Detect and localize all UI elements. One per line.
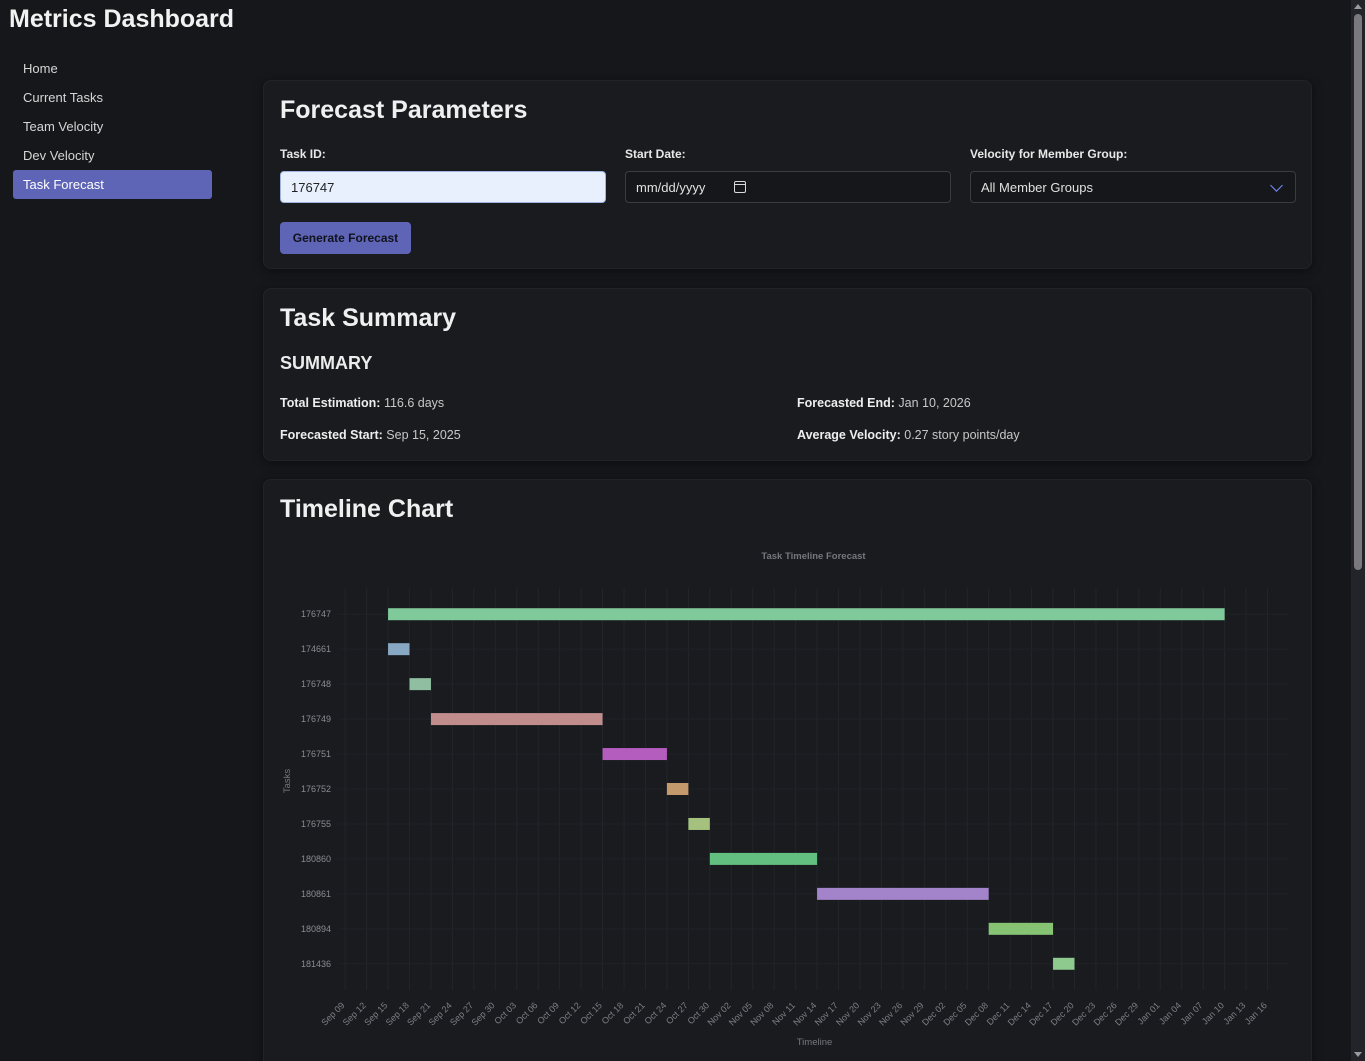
- gantt-bar: [817, 887, 989, 900]
- x-axis-label: Timeline: [797, 1037, 833, 1048]
- average-velocity-value: 0.27 story points/day: [904, 428, 1020, 442]
- app-title: Metrics Dashboard: [9, 5, 235, 33]
- y-tick-label: 180861: [301, 889, 331, 899]
- timeline-chart-card: Timeline Chart 176747 174661 176748 176749 1…: [263, 479, 1312, 1061]
- task-id-value: 176747: [291, 179, 335, 195]
- start-date-input[interactable]: mm/dd/yyyy: [625, 171, 951, 203]
- gantt-bar: [430, 713, 603, 726]
- total-estimation-label: Total Estimation:: [280, 396, 381, 410]
- page-scrollbar[interactable]: [1351, 0, 1365, 1061]
- forecasted-end-value: Jan 10, 2026: [898, 396, 971, 410]
- x-tick-label: Oct 12: [557, 1000, 583, 1026]
- x-tick-label: Jan 13: [1221, 1000, 1247, 1026]
- task-summary-title: Task Summary: [280, 304, 457, 332]
- total-estimation: Total Estimation: 116.6 days: [280, 396, 444, 410]
- gantt-bar: [388, 608, 1225, 621]
- scroll-down-icon[interactable]: [1354, 1052, 1362, 1057]
- scroll-up-icon[interactable]: [1354, 4, 1362, 9]
- gantt-bar: [409, 678, 431, 691]
- y-tick-label: 176747: [301, 609, 331, 619]
- generate-forecast-button[interactable]: Generate Forecast: [280, 222, 411, 254]
- forecasted-start-label: Forecasted Start:: [280, 428, 383, 442]
- y-tick-label: 176748: [301, 679, 331, 689]
- x-tick-label: Dec 08: [963, 1000, 990, 1027]
- task-summary-card: Task Summary SUMMARY Total Estimation: 1…: [263, 288, 1312, 461]
- y-tick-label: 176752: [301, 784, 331, 794]
- sidebar-item-task-forecast[interactable]: Task Forecast: [13, 170, 212, 199]
- y-tick-label: 180860: [301, 854, 331, 864]
- average-velocity-label: Average Velocity:: [797, 428, 901, 442]
- x-tick-label: Oct 18: [600, 1000, 626, 1026]
- x-tick-label: Nov 08: [748, 1000, 775, 1027]
- y-tick-label: 181436: [301, 959, 331, 969]
- y-tick-label: 176755: [301, 819, 331, 829]
- sidebar-item-dev-velocity[interactable]: Dev Velocity: [13, 141, 212, 170]
- chevron-down-icon: [1270, 179, 1283, 192]
- start-date-label: Start Date:: [625, 147, 686, 161]
- y-tick-label: 174661: [301, 644, 331, 654]
- summary-heading: SUMMARY: [280, 353, 373, 373]
- y-axis-label: Tasks: [282, 769, 293, 794]
- x-tick-label: Jan 07: [1178, 1000, 1204, 1026]
- x-tick-label: Jan 04: [1157, 1000, 1183, 1026]
- gantt-bar: [709, 852, 818, 865]
- forecast-parameters-card: Forecast Parameters Task ID: 176747 Star…: [263, 80, 1312, 269]
- gantt-bar: [388, 643, 410, 656]
- sidebar-item-current-tasks[interactable]: Current Tasks: [13, 83, 212, 112]
- velocity-group-label: Velocity for Member Group:: [970, 147, 1128, 161]
- timeline-chart: 176747 174661 176748 176749 176751 176752 1767…: [282, 551, 1289, 1048]
- x-tick-label: Oct 06: [514, 1000, 540, 1026]
- total-estimation-value: 116.6 days: [383, 396, 445, 410]
- average-velocity: Average Velocity: 0.27 story points/day: [797, 428, 1020, 442]
- gantt-bar: [666, 783, 689, 795]
- y-tick-label: 180894: [301, 924, 331, 934]
- x-tick-label: Oct 21: [621, 1000, 647, 1026]
- velocity-group-value: All Member Groups: [981, 179, 1093, 195]
- x-tick-label: Jan 16: [1243, 1000, 1269, 1026]
- gantt-bar: [1053, 957, 1075, 970]
- y-tick-label: 176751: [301, 749, 331, 759]
- gantt-bar: [688, 817, 710, 830]
- sidebar-item-home[interactable]: Home: [13, 54, 212, 83]
- sidebar-item-team-velocity[interactable]: Team Velocity: [13, 112, 212, 141]
- start-date-placeholder: mm/dd/yyyy: [636, 179, 706, 195]
- gantt-bar: [988, 922, 1054, 935]
- x-tick-label: Oct 24: [643, 1000, 669, 1026]
- forecast-parameters-title: Forecast Parameters: [280, 96, 528, 124]
- y-tick-label: 176749: [301, 714, 331, 724]
- gantt-bar: [602, 748, 667, 761]
- task-id-label: Task ID:: [280, 147, 326, 161]
- velocity-group-select[interactable]: All Member Groups: [970, 171, 1296, 203]
- x-tick-label: Oct 27: [664, 1000, 690, 1026]
- x-tick-label: Oct 09: [535, 1000, 561, 1026]
- calendar-icon[interactable]: [734, 181, 746, 193]
- scroll-thumb[interactable]: [1354, 14, 1362, 570]
- sidebar: Home Current Tasks Team Velocity Dev Vel…: [13, 54, 212, 199]
- forecasted-end-label: Forecasted End:: [797, 396, 895, 410]
- x-tick-label: Jan 01: [1136, 1000, 1162, 1026]
- forecasted-start-value: Sep 15, 2025: [386, 428, 461, 442]
- forecasted-start: Forecasted Start: Sep 15, 2025: [280, 428, 461, 442]
- chart-title: Task Timeline Forecast: [761, 551, 866, 562]
- x-tick-label: Oct 15: [578, 1000, 604, 1026]
- x-tick-label: Sep 30: [469, 1000, 496, 1027]
- task-id-input[interactable]: 176747: [280, 171, 606, 203]
- x-tick-label: Oct 03: [492, 1000, 518, 1026]
- forecasted-end: Forecasted End: Jan 10, 2026: [797, 396, 971, 410]
- x-tick-label: Dec 29: [1113, 1000, 1140, 1027]
- x-tick-label: Jan 10: [1200, 1000, 1226, 1026]
